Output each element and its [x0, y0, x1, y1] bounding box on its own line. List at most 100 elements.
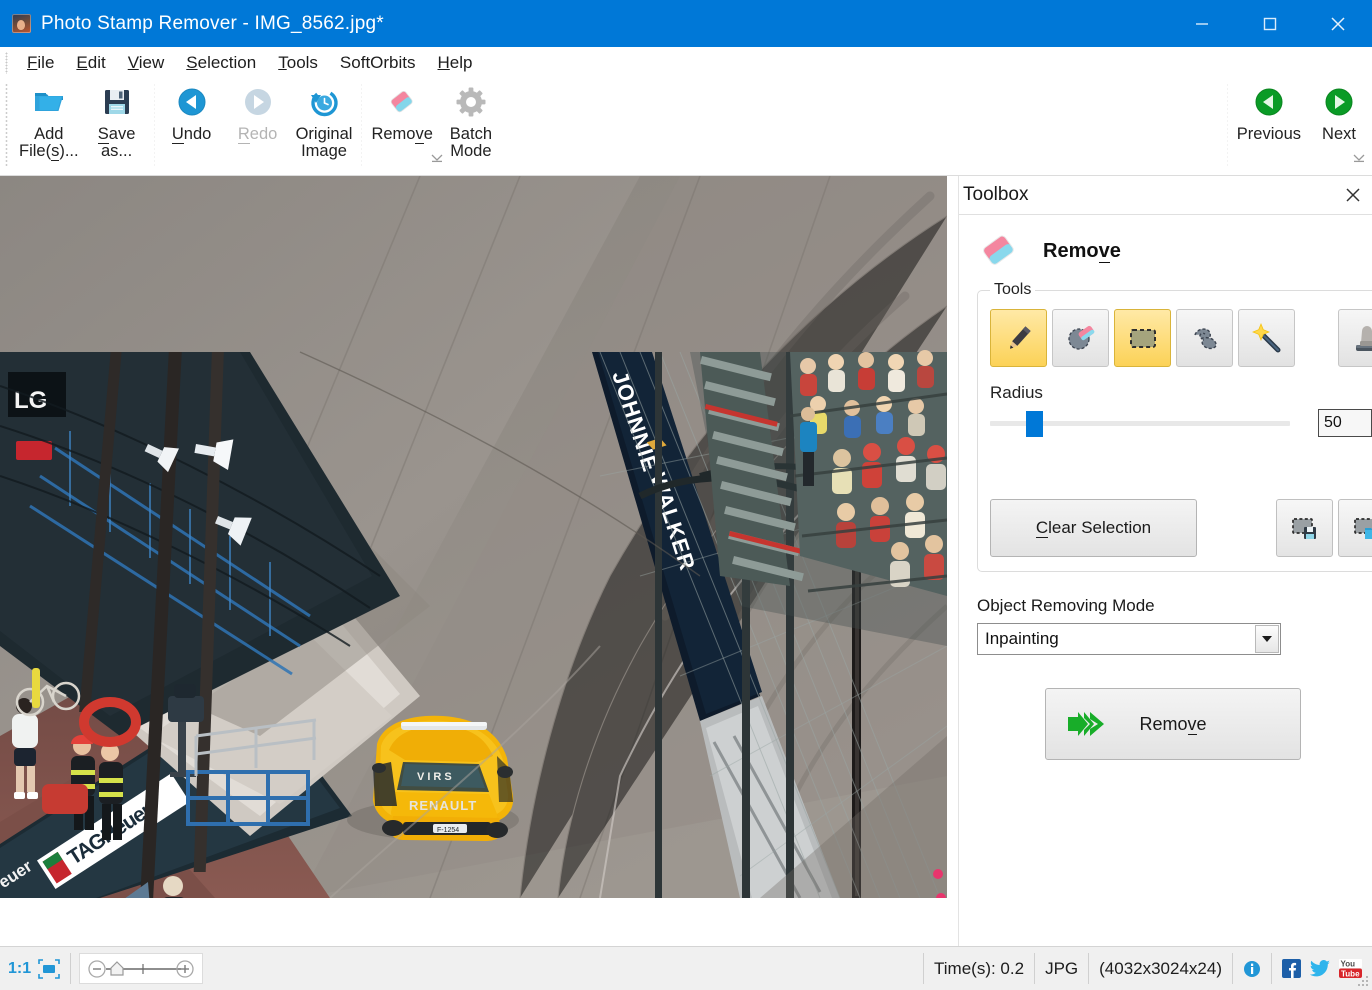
toolbar: Add File(s)... Save as... Undo [0, 79, 1372, 176]
menu-view[interactable]: View [117, 51, 176, 75]
selection-actions-row: Clear Selection [990, 499, 1372, 557]
menu-softorbits[interactable]: SoftOrbits [329, 51, 427, 75]
green-right-arrow-icon [1322, 85, 1356, 119]
tools-row [990, 309, 1372, 367]
original-image-button[interactable]: Original Image [291, 79, 358, 161]
next-button[interactable]: Next [1306, 79, 1372, 145]
magic-wand-tool-button[interactable] [1238, 309, 1295, 367]
facebook-icon[interactable] [1282, 959, 1301, 978]
lasso-tool-button[interactable] [1176, 309, 1233, 367]
application-window: Photo Stamp Remover - IMG_8562.jpg* File… [0, 0, 1372, 989]
status-time: Time(s): 0.2 [923, 953, 1035, 984]
menu-help[interactable]: Help [427, 51, 484, 75]
status-info[interactable] [1233, 953, 1272, 984]
add-files-button[interactable]: Add File(s)... [14, 79, 84, 161]
previous-button[interactable]: Previous [1232, 79, 1306, 145]
zoom-slider [87, 958, 195, 980]
chevron-down-icon[interactable] [1255, 625, 1279, 653]
window-title: Photo Stamp Remover - IMG_8562.jpg* [41, 13, 384, 35]
active-tool-header: Remove [977, 233, 1359, 269]
open-folder-icon [32, 85, 66, 119]
marker-tool-button[interactable] [990, 309, 1047, 367]
active-tool-name: Remove [1043, 240, 1121, 263]
close-button[interactable] [1304, 0, 1372, 47]
zoom-ratio-group[interactable]: 1:1 [0, 953, 71, 984]
menu-bar: File Edit View Selection Tools SoftOrbit… [0, 47, 1372, 79]
clear-selection-label: Clear Selection [1036, 518, 1151, 538]
original-image-label: Original Image [296, 126, 353, 159]
save-selection-icon [1290, 513, 1320, 543]
rectangle-tool-button[interactable] [1114, 309, 1171, 367]
resize-grip[interactable] [1356, 974, 1370, 988]
svg-text:RENAULT: RENAULT [409, 798, 477, 813]
save-selection-button[interactable] [1276, 499, 1333, 557]
load-selection-button[interactable] [1338, 499, 1372, 557]
window-controls [1168, 0, 1372, 47]
toolbox-close-button[interactable] [1341, 183, 1365, 207]
floppy-disk-icon [100, 85, 134, 119]
object-removing-mode-label: Object Removing Mode [977, 596, 1359, 616]
minimize-button[interactable] [1168, 0, 1236, 47]
add-files-label: Add File(s)... [19, 126, 79, 159]
title-bar: Photo Stamp Remover - IMG_8562.jpg* [0, 0, 1372, 47]
tools-group: Tools [977, 281, 1372, 572]
image-work-area[interactable]: TAGHeuer euer LG [0, 176, 958, 946]
undo-arrow-icon [175, 85, 209, 119]
eraser-stroke-icon [1064, 321, 1098, 355]
redo-arrow-icon [241, 85, 275, 119]
redo-button[interactable]: Redo [225, 79, 291, 145]
load-selection-icon [1352, 513, 1372, 543]
toolbox-panel: Toolbox Remove To [958, 176, 1372, 946]
toolbar-overflow-icon[interactable] [430, 153, 444, 163]
radius-slider[interactable] [990, 411, 1290, 435]
menu-edit[interactable]: Edit [65, 51, 116, 75]
remove-button[interactable]: Remove [1045, 688, 1301, 760]
batch-mode-button[interactable]: Batch Mode [438, 79, 504, 161]
rectangle-select-icon [1126, 321, 1160, 355]
menu-grip[interactable] [5, 52, 8, 74]
menu-selection[interactable]: Selection [175, 51, 267, 75]
image-canvas[interactable]: TAGHeuer euer LG [0, 176, 947, 898]
object-removing-mode-select[interactable]: Inpainting [977, 623, 1281, 655]
save-as-button[interactable]: Save as... [84, 79, 150, 161]
slider-thumb[interactable] [1026, 411, 1043, 437]
eraser-icon [977, 233, 1021, 269]
undo-label: Undo [172, 126, 211, 143]
twitter-icon[interactable] [1310, 960, 1330, 978]
photo-content: TAGHeuer euer LG [0, 176, 947, 898]
toolbox-title: Toolbox [963, 184, 1029, 206]
toolbox-body: Remove Tools [959, 233, 1372, 760]
eraser-tool-button[interactable] [1052, 309, 1109, 367]
clear-selection-button[interactable]: Clear Selection [990, 499, 1197, 557]
toolbar-nav-overflow-icon[interactable] [1352, 153, 1366, 163]
zoom-ratio-label: 1:1 [8, 960, 31, 978]
toolbar-grip[interactable] [5, 83, 8, 167]
undo-button[interactable]: Undo [159, 79, 225, 145]
menu-tools[interactable]: Tools [267, 51, 329, 75]
status-format: JPG [1035, 953, 1089, 984]
svg-text:F-1254: F-1254 [437, 827, 459, 834]
selection-io-group [1276, 499, 1372, 557]
toolbox-header: Toolbox [959, 176, 1372, 215]
remove-toolbar-button[interactable]: Remove [366, 79, 437, 145]
stamp-icon [1350, 321, 1372, 355]
close-icon [1344, 186, 1362, 204]
svg-text:You: You [1341, 960, 1356, 969]
toolbar-separator [154, 83, 155, 167]
toolbar-separator-2 [361, 83, 362, 167]
radius-row: 50 [990, 409, 1372, 437]
radius-value-input[interactable]: 50 [1318, 409, 1372, 437]
clock-revert-icon [307, 85, 341, 119]
svg-text:VIRS: VIRS [417, 771, 455, 783]
zoom-slider-widget[interactable] [79, 953, 203, 984]
batch-mode-label: Batch Mode [450, 126, 492, 159]
green-left-arrow-icon [1252, 85, 1286, 119]
app-icon [12, 14, 31, 33]
maximize-button[interactable] [1236, 0, 1304, 47]
info-icon [1243, 960, 1261, 978]
menu-file[interactable]: File [16, 51, 65, 75]
tools-group-label: Tools [990, 281, 1035, 299]
clone-stamp-tool-button[interactable] [1338, 309, 1372, 367]
next-label: Next [1322, 126, 1356, 143]
fit-to-window-icon[interactable] [38, 959, 60, 979]
